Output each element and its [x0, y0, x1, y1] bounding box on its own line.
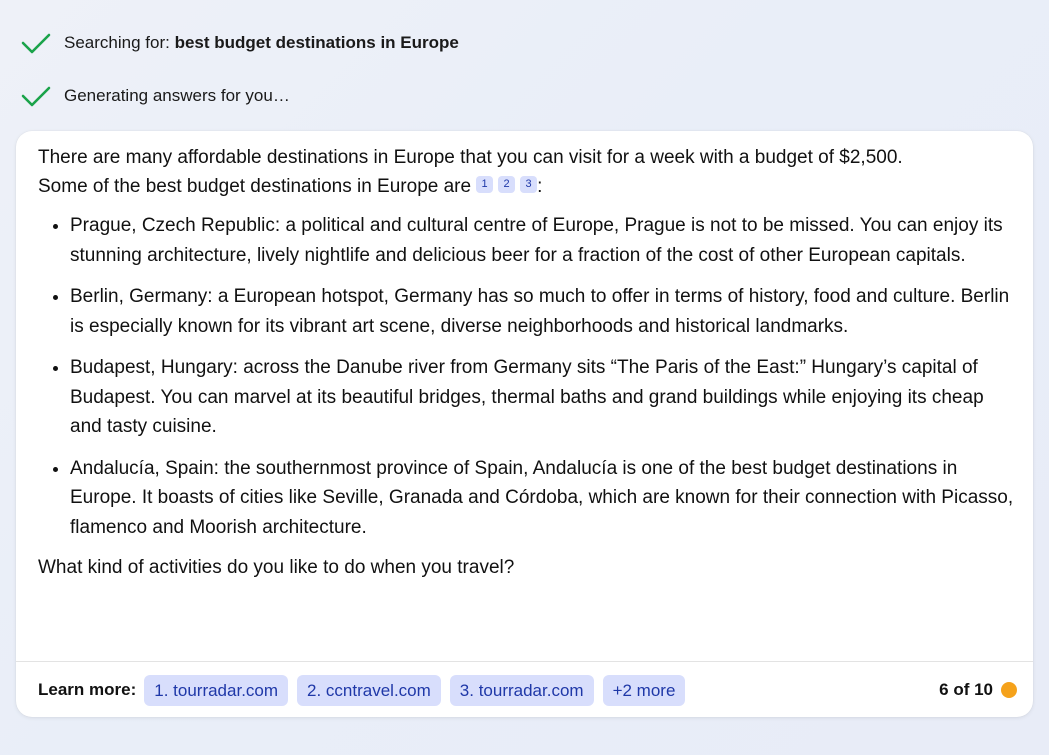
turn-indicator-dot [1001, 682, 1017, 698]
intro-colon: : [537, 175, 543, 197]
citation-badge-1[interactable]: 1 [476, 175, 494, 193]
search-status-row: Searching for: best budget destinations … [20, 28, 459, 58]
destination-list: Prague, Czech Republic: a political and … [38, 211, 1015, 542]
search-prefix: Searching for: [64, 33, 175, 52]
follow-up-question: What kind of activities do you like to d… [38, 557, 515, 578]
answer-intro: There are many affordable destinations i… [38, 144, 1015, 201]
answer-body: There are many affordable destinations i… [38, 144, 1015, 583]
answer-card: There are many affordable destinations i… [16, 131, 1033, 717]
more-sources-button[interactable]: +2 more [602, 674, 686, 706]
search-query: best budget destinations in Europe [174, 33, 459, 52]
source-link-2[interactable]: 2. ccntravel.com [297, 674, 441, 706]
list-item-prague: Prague, Czech Republic: a political and … [70, 211, 1015, 270]
turn-count-text: 6 of 10 [939, 680, 993, 699]
footer-divider [16, 661, 1033, 662]
turn-counter: 6 of 10 [939, 680, 1017, 700]
list-item-budapest: Budapest, Hungary: across the Danube riv… [70, 353, 1015, 442]
intro-line-2: Some of the best budget destinations in … [38, 175, 472, 197]
checkmark-icon [21, 86, 51, 107]
intro-line-1: There are many affordable destinations i… [38, 147, 903, 168]
generating-status-text: Generating answers for you… [64, 86, 290, 105]
source-link-1[interactable]: 1. tourradar.com [144, 674, 289, 706]
learn-more-footer: Learn more: 1. tourradar.com 2. ccntrave… [38, 674, 1017, 706]
citation-badge-2[interactable]: 2 [498, 175, 516, 193]
generating-status-row: Generating answers for you… [20, 81, 290, 111]
list-item-andalucia: Andalucía, Spain: the southernmost provi… [70, 454, 1015, 543]
source-link-3[interactable]: 3. tourradar.com [449, 674, 594, 706]
checkmark-icon [21, 33, 51, 54]
learn-more-label: Learn more: [38, 680, 137, 699]
search-status-text: Searching for: best budget destinations … [64, 33, 459, 53]
citation-badge-3[interactable]: 3 [520, 175, 538, 193]
list-item-berlin: Berlin, Germany: a European hotspot, Ger… [70, 282, 1015, 341]
